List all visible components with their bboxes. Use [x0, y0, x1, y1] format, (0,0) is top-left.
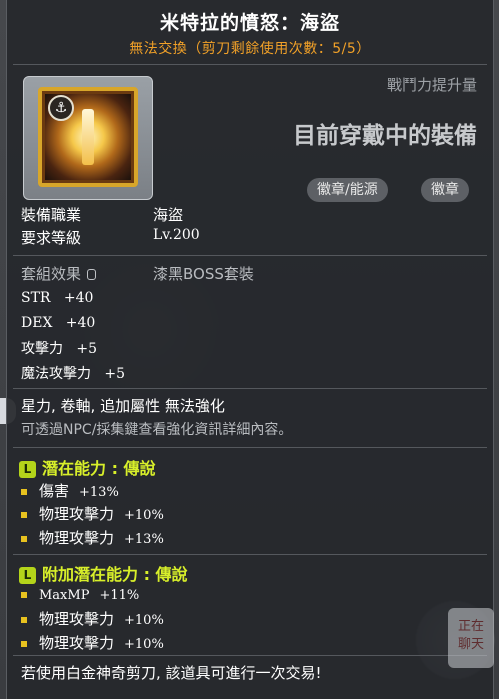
potential-name: 物理攻擊力: [39, 634, 115, 652]
set-label: 套組效果: [21, 265, 82, 283]
potential-line: 物理攻擊力 +13%: [21, 527, 164, 548]
divider: [13, 655, 487, 656]
potential-line: 傷害 +13%: [21, 480, 119, 501]
bonus-potential-line: MaxMP +11%: [21, 585, 139, 603]
stat-key: STR: [21, 290, 51, 306]
potential-name: 傷害: [39, 482, 70, 500]
stat-value: +5: [76, 341, 97, 357]
tag-badge-energy: 徽章/能源: [307, 178, 388, 202]
tag-badge: 徽章: [421, 178, 469, 202]
item-tooltip: 米特拉的憤怒：海盜 無法交換（剪刀剩餘使用次數：5/5） ⚓ 戰鬥力提升量 目前…: [6, 0, 494, 699]
divider: [13, 64, 487, 65]
job-label: 裝備職業: [21, 206, 82, 224]
divider: [13, 255, 487, 256]
trade-note: 無法交換（剪刀剩餘使用次數：5/5）: [129, 41, 371, 57]
stat-key: 攻擊力: [21, 341, 63, 357]
potential-line: 物理攻擊力 +10%: [21, 503, 164, 524]
hint-note: 可透過NPC/採集鍵查看強化資訊詳細內容。: [21, 422, 293, 438]
restriction-note: 星力, 卷軸, 追加屬性 無法強化: [21, 397, 225, 415]
bonus-potential-line: 物理攻擊力 +10%: [21, 632, 164, 653]
bonus-potential-line: 物理攻擊力 +10%: [21, 608, 164, 629]
potential-value: +11%: [99, 588, 140, 603]
potential-name: 物理攻擊力: [39, 505, 115, 523]
potential-value: +10%: [124, 637, 164, 652]
emblem-cross-icon: [82, 109, 94, 165]
stat-key: DEX: [21, 315, 53, 331]
bullet-icon: [21, 511, 27, 518]
anchor-icon: ⚓: [48, 95, 74, 121]
potential-value: +10%: [124, 613, 164, 628]
level-label: 要求等級: [21, 229, 82, 247]
bonus-potential-header: L 附加潛在能力 : 傳說: [19, 561, 188, 585]
chat-status-button[interactable]: 正在 聊天: [448, 608, 494, 668]
potential-value: +13%: [124, 532, 164, 547]
item-title: 米特拉的憤怒：海盜: [159, 12, 340, 34]
legendary-badge-icon: L: [19, 461, 36, 478]
potential-name: MaxMP: [39, 588, 90, 603]
bullet-icon: [21, 640, 27, 647]
bullet-icon: [21, 616, 27, 623]
stat-attack: 攻擊力 +5: [21, 338, 97, 358]
lock-icon: [87, 269, 97, 280]
potential-header: L 潛在能力 : 傳說: [19, 455, 156, 479]
potential-name: 物理攻擊力: [39, 610, 115, 628]
stat-value: +5: [104, 366, 125, 382]
set-value[interactable]: 漆黑BOSS套裝: [153, 263, 254, 284]
bullet-icon: [21, 535, 27, 542]
bullet-icon: [21, 488, 27, 495]
emblem-icon: ⚓: [38, 87, 138, 187]
set-label-wrap: 套組效果: [21, 263, 97, 284]
potential-title: 潛在能力 : 傳說: [42, 459, 156, 478]
potential-name: 物理攻擊力: [39, 529, 115, 547]
stat-magic-attack: 魔法攻擊力 +5: [21, 363, 125, 383]
stat-value: +40: [65, 315, 96, 331]
stat-key: 魔法攻擊力: [21, 366, 91, 382]
bullet-icon: [21, 591, 27, 598]
combat-power-label: 戰鬥力提升量: [386, 76, 477, 94]
chat-status-line1: 正在: [457, 619, 484, 634]
equipped-label: 目前穿戴中的裝備: [293, 123, 477, 149]
bonus-potential-title: 附加潛在能力 : 傳說: [42, 565, 188, 584]
footer-note: 若使用白金神奇剪刀, 該道具可進行一次交易!: [21, 664, 322, 682]
divider: [13, 554, 487, 555]
legendary-badge-icon: L: [19, 567, 36, 584]
stat-value: +40: [63, 290, 94, 306]
level-value: Lv.200: [153, 227, 200, 243]
job-value: 海盜: [153, 206, 184, 224]
chat-status-line2: 聊天: [457, 637, 484, 652]
potential-value: +10%: [124, 508, 164, 523]
potential-value: +13%: [79, 485, 119, 500]
item-icon-frame: ⚓: [23, 76, 153, 200]
stat-str: STR +40: [21, 290, 93, 306]
stat-dex: DEX +40: [21, 315, 95, 331]
divider: [13, 388, 487, 389]
divider: [13, 447, 487, 448]
